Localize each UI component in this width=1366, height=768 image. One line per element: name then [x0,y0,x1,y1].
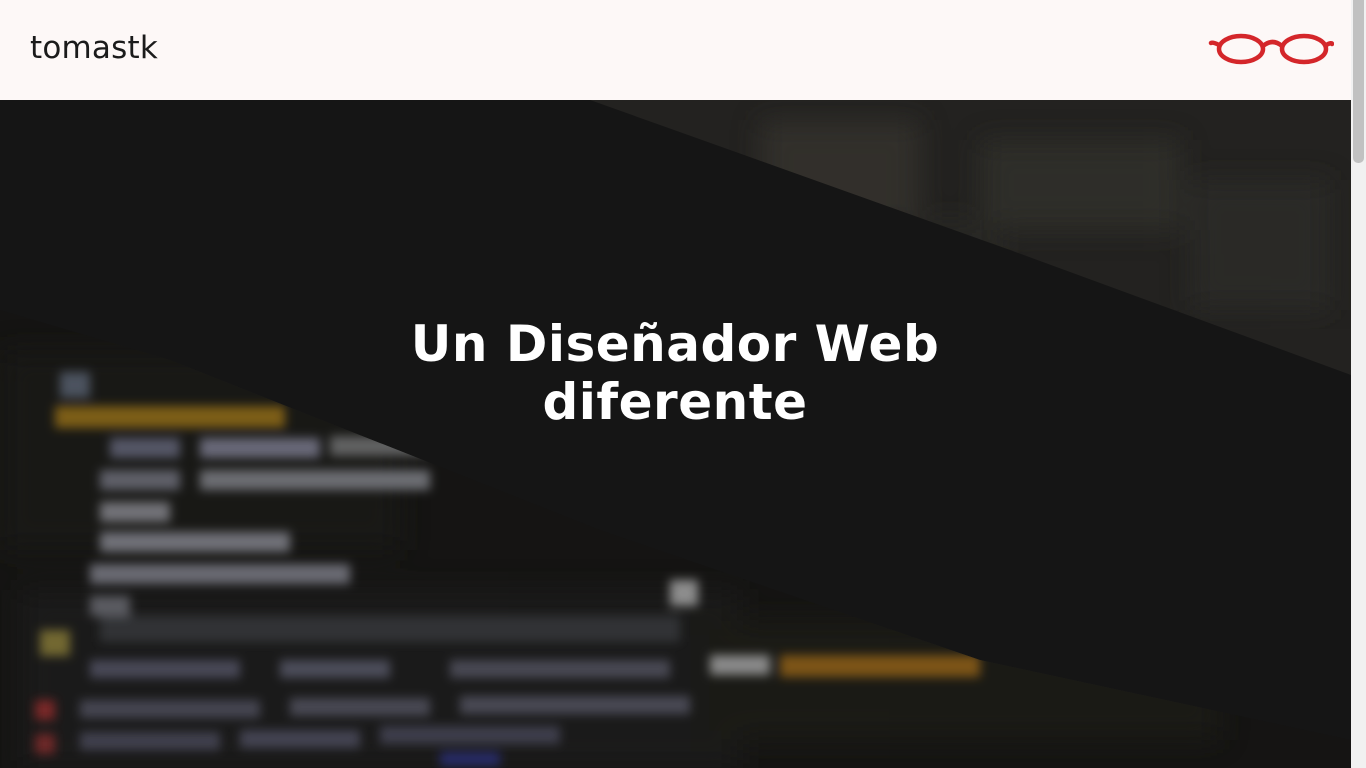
page: tomastk Un Diseñador Web diferente [0,0,1366,768]
hero-headline: Un Diseñador Web diferente [330,315,1020,431]
vertical-scrollbar[interactable] [1351,0,1366,768]
hero-headline-line2: diferente [542,373,808,431]
site-logo-text[interactable]: tomastk [30,27,158,69]
scrollbar-thumb[interactable] [1353,0,1364,163]
hero-section: Un Diseñador Web diferente [0,100,1351,768]
glasses-icon[interactable] [1208,28,1334,70]
site-header: tomastk [0,0,1351,100]
hero-background-image [0,100,1351,768]
hero-headline-line1: Un Diseñador Web [410,315,940,373]
